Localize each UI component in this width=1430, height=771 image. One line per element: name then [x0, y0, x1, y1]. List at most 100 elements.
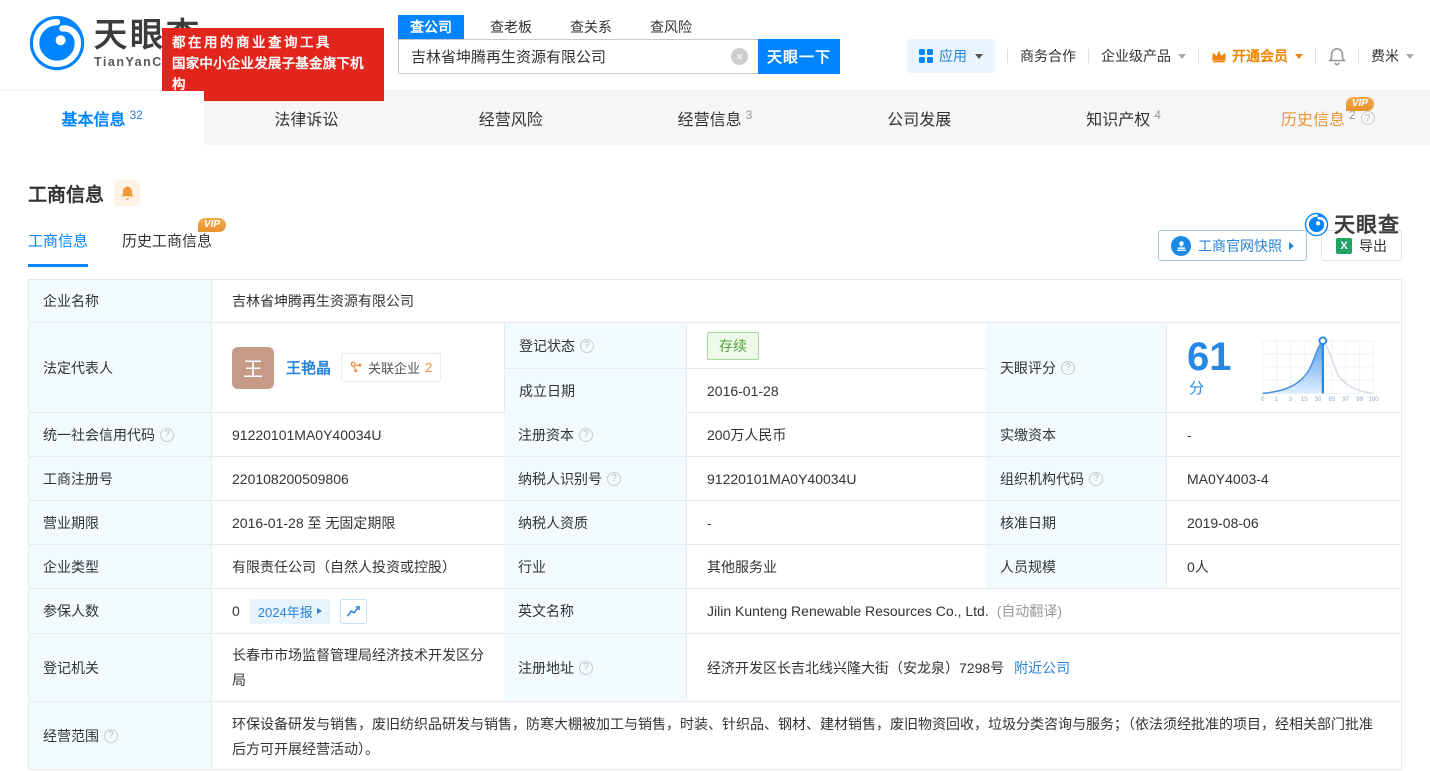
credit-code-value: 91220101MA0Y40034U [211, 413, 504, 456]
business-term-value: 2016-01-28 至 无固定期限 [211, 501, 504, 544]
subtab-history-business-info[interactable]: 历史工商信息 VIP [122, 230, 212, 267]
search-tab-boss[interactable]: 查老板 [478, 15, 544, 39]
tianyan-score-label: 天眼评分 [986, 323, 1166, 412]
user-menu[interactable]: 费米 [1371, 46, 1414, 66]
brand-slogan: 都在用的商业查询工具 国家中小企业发展子基金旗下机构 [162, 28, 384, 101]
tianyan-score-cell[interactable]: 61分 [1166, 323, 1401, 412]
excel-icon [1336, 238, 1352, 254]
chevron-down-icon [1178, 54, 1186, 59]
taxpayer-quality-label: 纳税人资质 [504, 501, 686, 544]
main-content: 工商信息 天眼查 工商信息 历史工商信息 [0, 179, 1430, 770]
taxpayer-quality-value: - [686, 501, 986, 544]
nearby-companies-link[interactable]: 附近公司 [1014, 658, 1070, 678]
business-scope-value: 环保设备研发与销售，废旧纺织品研发与销售，防寒大棚被加工与销售，时装、针织品、钢… [211, 702, 1401, 769]
help-icon[interactable] [1089, 472, 1103, 486]
tab-legal-proceedings[interactable]: 法律诉讼 [204, 91, 408, 145]
reg-capital-value: 200万人民币 [686, 413, 986, 456]
enterprise-products-menu[interactable]: 企业级产品 [1101, 46, 1186, 66]
business-term-label: 营业期限 [29, 501, 211, 544]
help-icon[interactable] [579, 661, 593, 675]
help-icon[interactable] [579, 428, 593, 442]
arrow-right-icon [1289, 242, 1294, 250]
arrow-right-icon [317, 608, 322, 614]
svg-text:15: 15 [1301, 395, 1308, 402]
vip-upgrade-menu[interactable]: 开通会员 [1211, 46, 1303, 66]
paid-capital-value: - [1166, 413, 1401, 456]
clear-search-icon[interactable] [731, 48, 748, 65]
slogan-line-1: 都在用的商业查询工具 [172, 33, 374, 54]
company-type-value: 有限责任公司（自然人投资或控股） [211, 545, 504, 588]
avatar[interactable]: 王 [232, 347, 274, 389]
industry-value: 其他服务业 [686, 545, 986, 588]
org-code-label: 组织机构代码 [986, 457, 1166, 500]
apps-menu[interactable]: 应用 [907, 39, 995, 73]
tab-operating-risk[interactable]: 经营风险 [409, 91, 613, 145]
crown-icon [1211, 49, 1227, 63]
svg-text:0: 0 [1261, 395, 1265, 402]
notification-bell-icon[interactable] [1328, 47, 1346, 66]
svg-text:97: 97 [1342, 395, 1349, 402]
business-cooperation-link[interactable]: 商务合作 [1020, 46, 1076, 66]
tab-basic-info[interactable]: 基本信息32 [0, 91, 204, 145]
table-row: 参保人数 0 2024年报 英文名称 J [29, 588, 1401, 633]
help-icon[interactable] [1061, 361, 1075, 375]
table-row: 统一社会信用代码 91220101MA0Y40034U 注册资本 200万人民币… [29, 412, 1401, 456]
tab-company-development[interactable]: 公司发展 [817, 91, 1021, 145]
chevron-down-icon [975, 54, 983, 59]
table-row: 法定代表人 王 王艳晶 关联企业 2 [29, 322, 1401, 412]
brand-logo-icon [1304, 212, 1329, 237]
stamp-icon [1171, 236, 1191, 256]
monitor-bell-icon[interactable] [114, 180, 140, 206]
search-tab-risk[interactable]: 查风险 [638, 15, 704, 39]
search-area: 查公司 查老板 查关系 查风险 天眼一下 [398, 16, 840, 74]
related-companies-badge[interactable]: 关联企业 2 [341, 353, 441, 382]
legal-rep-label: 法定代表人 [29, 323, 211, 412]
score-distribution-chart: 0 1 3 15 50 85 97 99 100 [1257, 331, 1381, 405]
credit-code-label: 统一社会信用代码 [29, 413, 211, 456]
search-button[interactable]: 天眼一下 [758, 39, 840, 74]
svg-text:1: 1 [1275, 395, 1279, 402]
help-icon[interactable] [607, 472, 621, 486]
score-value: 61 [1187, 335, 1232, 379]
svg-text:100: 100 [1368, 395, 1379, 402]
business-info-table: 企业名称 吉林省坤腾再生资源有限公司 法定代表人 王 王艳晶 [28, 279, 1402, 770]
subtab-business-info[interactable]: 工商信息 [28, 230, 88, 267]
chevron-down-icon [1406, 54, 1414, 59]
search-tab-company[interactable]: 查公司 [398, 15, 464, 39]
apps-grid-icon [919, 49, 933, 63]
brand-logo-icon [28, 14, 86, 72]
tab-history-info[interactable]: VIP 历史信息2 [1226, 91, 1430, 145]
help-icon[interactable] [1361, 111, 1375, 125]
insured-count-cell: 0 2024年报 [211, 589, 504, 633]
reg-number-value: 220108200509806 [211, 457, 504, 500]
establish-date-label: 成立日期 [504, 368, 686, 413]
help-icon[interactable] [104, 729, 118, 743]
reg-address-label: 注册地址 [504, 634, 686, 701]
legal-rep-name-link[interactable]: 王艳晶 [286, 357, 331, 378]
svg-text:99: 99 [1356, 395, 1363, 402]
tab-operating-info[interactable]: 经营信息3 [613, 91, 817, 145]
legal-rep-cell: 王 王艳晶 关联企业 2 [211, 323, 504, 412]
official-snapshot-button[interactable]: 工商官网快照 [1158, 230, 1307, 261]
trend-chart-icon [346, 605, 361, 618]
trend-chart-button[interactable] [340, 599, 367, 624]
taxpayer-id-label: 纳税人识别号 [504, 457, 686, 500]
header-right-nav: 应用 商务合作 企业级产品 开通会员 [907, 38, 1414, 74]
help-icon[interactable] [580, 339, 594, 353]
help-icon[interactable] [160, 428, 174, 442]
table-row: 经营范围 环保设备研发与销售，废旧纺织品研发与销售，防寒大棚被加工与销售，时装、… [29, 701, 1401, 769]
slogan-line-2: 国家中小企业发展子基金旗下机构 [172, 54, 374, 96]
tab-intellectual-property[interactable]: 知识产权4 [1021, 91, 1225, 145]
svg-text:50: 50 [1315, 395, 1322, 402]
annual-report-badge[interactable]: 2024年报 [250, 599, 330, 624]
approval-date-value: 2019-08-06 [1166, 501, 1401, 544]
business-scope-label: 经营范围 [29, 702, 211, 769]
search-tab-relation[interactable]: 查关系 [558, 15, 624, 39]
establish-date-value: 2016-01-28 [686, 368, 986, 413]
reg-capital-label: 注册资本 [504, 413, 686, 456]
english-name-cell: Jilin Kunteng Renewable Resources Co., L… [686, 589, 1401, 633]
svg-text:85: 85 [1328, 395, 1335, 402]
org-code-value: MA0Y4003-4 [1166, 457, 1401, 500]
search-input[interactable] [398, 39, 758, 74]
svg-text:3: 3 [1289, 395, 1293, 402]
